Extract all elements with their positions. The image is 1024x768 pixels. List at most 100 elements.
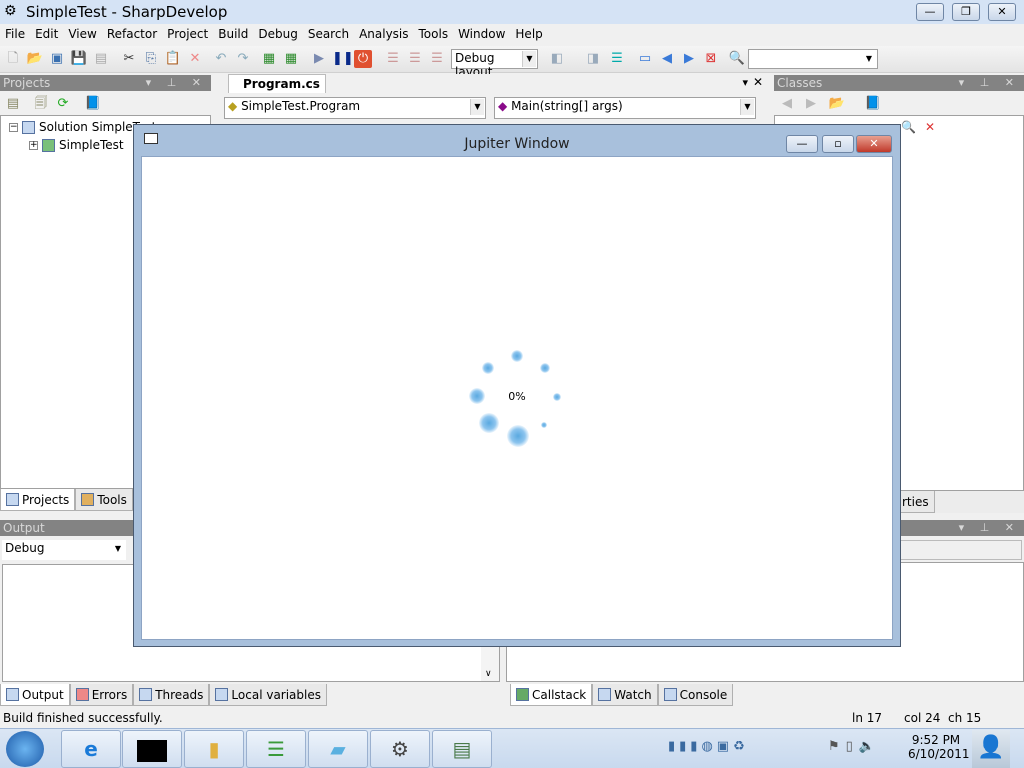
tab-threads[interactable]: Threads [133, 684, 210, 706]
menu-analysis[interactable]: Analysis [354, 24, 413, 45]
menu-tools[interactable]: Tools [414, 24, 454, 45]
chevron-down-icon[interactable]: ▼ [522, 51, 536, 67]
tab-tools[interactable]: Tools [75, 489, 133, 511]
paste-icon[interactable]: 📋 [164, 50, 182, 68]
chevron-down-icon[interactable]: ▼ [470, 99, 484, 115]
outline-icon[interactable]: ☰ [608, 50, 626, 68]
chevron-down-icon[interactable]: ▼ [862, 51, 876, 67]
clear-bookmarks-icon[interactable]: ⊠ [702, 50, 720, 68]
expand-icon[interactable]: + [29, 140, 38, 150]
menu-view[interactable]: View [63, 24, 101, 45]
taskbar-notepad[interactable]: ▰ [308, 730, 368, 768]
tab-console[interactable]: Console [657, 684, 734, 706]
next-bookmark-icon[interactable]: ▶ [680, 50, 698, 68]
clock[interactable]: 9:52 PM 6/10/2011 [908, 733, 970, 761]
menu-build[interactable]: Build [213, 24, 253, 45]
taskbar-command-prompt[interactable] [122, 730, 182, 768]
prev-bookmark-icon[interactable]: ◀ [658, 50, 676, 68]
new-file-icon[interactable]: 🗋 [4, 50, 22, 68]
help-book-icon[interactable]: 📘 [84, 95, 102, 113]
stop-icon[interactable]: ⏻ [354, 50, 372, 68]
member-select[interactable]: ◆ Main(string[] args) ▼ [494, 97, 756, 119]
tab-properties[interactable]: rties [896, 491, 935, 513]
help-book-icon[interactable]: 📘 [864, 95, 882, 113]
forward-icon[interactable]: ▶ [802, 95, 820, 113]
menu-refactor[interactable]: Refactor [102, 24, 162, 45]
tools-icon [81, 493, 95, 506]
output-category-select[interactable]: Debug ▼ [2, 540, 126, 560]
find-icon[interactable]: 🔍 [728, 50, 746, 68]
close-tab-icon[interactable]: ✕ [753, 75, 763, 89]
tab-projects[interactable]: Projects [0, 489, 76, 511]
menu-file[interactable]: File [0, 24, 30, 45]
undo-icon[interactable]: ↶ [212, 50, 230, 68]
save-icon[interactable]: 💾 [70, 50, 88, 68]
system-tray-icons[interactable]: ⚑▯🔈 [828, 739, 881, 754]
user-icon[interactable]: 👤 [972, 730, 1010, 768]
navigate-forward-icon[interactable]: ◨ [584, 50, 602, 68]
panel-controls[interactable]: ▾ ⊥ ✕ [959, 520, 1020, 536]
redo-icon[interactable]: ↷ [234, 50, 252, 68]
build-icon[interactable]: ▦ [260, 50, 278, 68]
search-icon[interactable]: 🔍 [901, 120, 916, 134]
clear-search-icon[interactable]: ✕ [925, 120, 935, 134]
jupiter-minimize-button[interactable]: — [786, 135, 818, 153]
close-button[interactable]: ✕ [988, 3, 1016, 21]
chevron-down-icon[interactable]: ▼ [111, 541, 125, 557]
back-icon[interactable]: ◀ [778, 95, 796, 113]
panel-controls[interactable]: ▾ ⊥ ✕ [959, 75, 1020, 91]
menu-edit[interactable]: Edit [30, 24, 63, 45]
collapse-icon[interactable]: − [9, 122, 18, 132]
rebuild-icon[interactable]: ▦ [282, 50, 300, 68]
tab-errors[interactable]: Errors [69, 684, 134, 706]
taskbar-window-app[interactable]: ▤ [432, 730, 492, 768]
class-select[interactable]: ◆ SimpleTest.Program ▼ [224, 97, 486, 119]
tray-icons[interactable]: ▮▮▮◍▣♻ [668, 739, 749, 754]
menu-debug[interactable]: Debug [253, 24, 302, 45]
bookmark-icon[interactable]: ▭ [636, 50, 654, 68]
start-button[interactable] [6, 731, 44, 767]
scroll-down-icon[interactable]: ∨ [485, 669, 492, 679]
chevron-down-icon[interactable]: ▼ [740, 99, 754, 115]
restore-button[interactable]: ❐ [952, 3, 980, 21]
tree-item-project[interactable]: + SimpleTest [29, 138, 124, 152]
taskbar-internet-explorer[interactable]: e [61, 730, 121, 768]
taskbar-sharpdevelop[interactable]: ⚙ [370, 730, 430, 768]
pause-icon[interactable]: ❚❚ [332, 50, 354, 68]
taskbar-task-list[interactable]: ☰ [246, 730, 306, 768]
properties-icon[interactable]: ▤ [4, 95, 22, 113]
search-input[interactable]: ▼ [748, 49, 878, 69]
navigate-back-icon[interactable]: ◧ [548, 50, 566, 68]
copy-icon[interactable]: ⎘ [142, 50, 160, 68]
refresh-icon[interactable]: ⟳ [54, 95, 72, 113]
cut-icon[interactable]: ✂ [120, 50, 138, 68]
tab-watch[interactable]: Watch [592, 684, 658, 706]
tab-program-cs[interactable]: Program.cs [228, 74, 326, 93]
panel-controls[interactable]: ▾ ⊥ ✕ [146, 75, 207, 91]
open-project-icon[interactable]: ▣ [48, 50, 66, 68]
delete-icon[interactable]: ✕ [186, 50, 204, 68]
local-variables-icon [215, 688, 229, 701]
show-all-files-icon[interactable]: 🗐 [32, 95, 50, 113]
tab-callstack[interactable]: Callstack [510, 684, 593, 706]
jupiter-maximize-button[interactable]: ▫ [822, 135, 854, 153]
run-icon[interactable]: ▶ [310, 50, 328, 68]
layout-select[interactable]: Debug layout ▼ [451, 49, 538, 79]
tab-local-variables[interactable]: Local variables [209, 684, 327, 706]
step-into-icon[interactable]: ☰ [406, 50, 424, 68]
step-over-icon[interactable]: ☰ [384, 50, 402, 68]
tab-list-icon[interactable]: ▾ [742, 76, 748, 89]
step-out-icon[interactable]: ☰ [428, 50, 446, 68]
menu-window[interactable]: Window [453, 24, 510, 45]
menu-project[interactable]: Project [162, 24, 213, 45]
menu-help[interactable]: Help [510, 24, 547, 45]
tab-output[interactable]: Output [0, 684, 70, 706]
taskbar-windows-explorer[interactable]: ▮ [184, 730, 244, 768]
minimize-button[interactable]: — [916, 3, 944, 21]
open-icon[interactable]: 📂 [26, 50, 44, 68]
errors-icon [75, 688, 89, 701]
save-all-icon[interactable]: ▤ [92, 50, 110, 68]
open-folder-icon[interactable]: 📂 [828, 95, 846, 113]
menu-search[interactable]: Search [303, 24, 354, 45]
jupiter-close-button[interactable]: ✕ [856, 135, 892, 153]
